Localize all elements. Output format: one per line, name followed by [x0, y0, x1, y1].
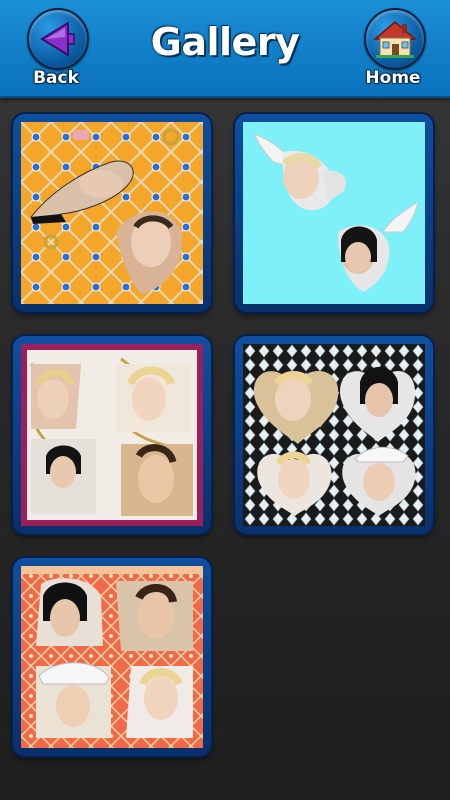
collage-thumbnail: [243, 122, 425, 304]
gallery-item-2[interactable]: [235, 114, 433, 312]
house-icon: [372, 21, 418, 58]
home-button[interactable]: Home: [358, 8, 428, 90]
home-button-circle: [364, 8, 426, 70]
collage-thumbnail: [21, 122, 203, 304]
gallery-item-5[interactable]: [13, 558, 211, 756]
collage-thumbnail: [21, 344, 203, 526]
back-label: Back: [33, 68, 79, 88]
gallery-item-1[interactable]: [13, 114, 211, 312]
gallery-item-4[interactable]: [235, 336, 433, 534]
collage-thumbnail: [243, 344, 425, 526]
collage-thumbnail: [21, 566, 203, 748]
gallery-item-3[interactable]: [13, 336, 211, 534]
home-label: Home: [365, 68, 421, 88]
header-bar: Back Gallery Home: [0, 0, 450, 98]
